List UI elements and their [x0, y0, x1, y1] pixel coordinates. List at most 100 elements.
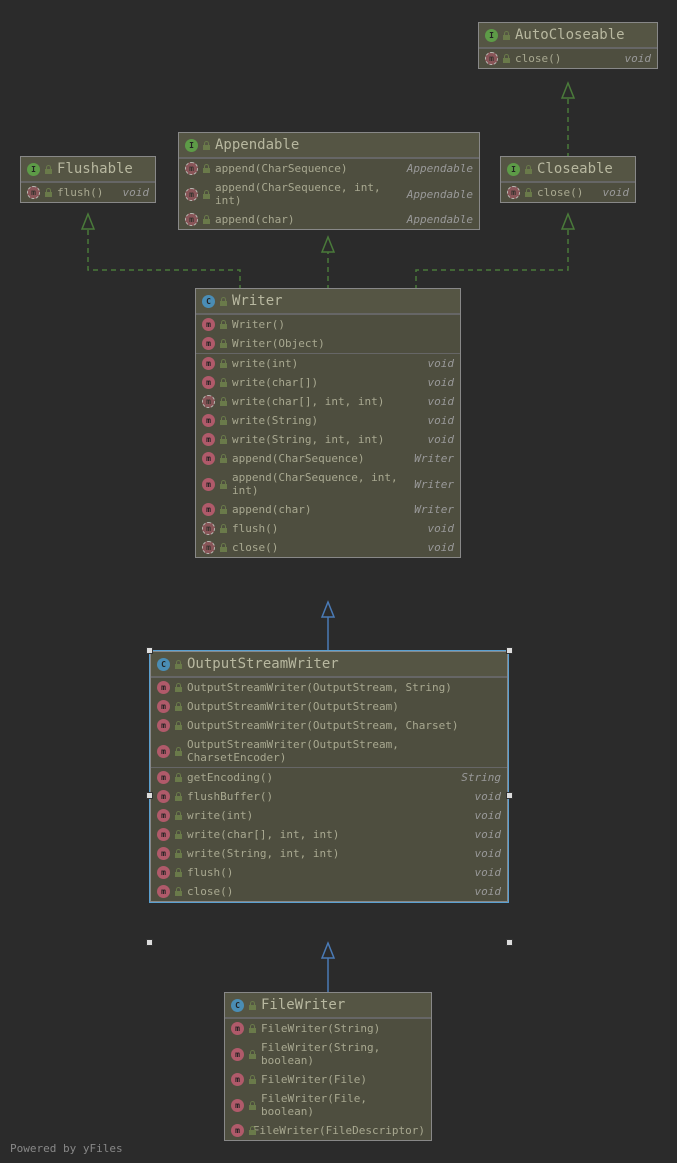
- member-row: mwrite(String, int, int)void: [196, 430, 460, 449]
- members-section: mappend(CharSequence)Appendablemappend(C…: [179, 158, 479, 229]
- method-icon: m: [157, 828, 170, 841]
- member-signature: FileWriter(FileDescriptor): [253, 1124, 425, 1137]
- member-return: void: [625, 52, 652, 65]
- method-icon: m: [157, 809, 170, 822]
- class-filewriter[interactable]: C FileWriter mFileWriter(String) mFileWri…: [224, 992, 432, 1141]
- member-return: void: [603, 186, 630, 199]
- class-writer[interactable]: C Writer mWriter()mWriter(Object) mwrite…: [195, 288, 461, 558]
- member-return: Writer: [414, 452, 454, 465]
- class-flushable[interactable]: I Flushable mflush()void: [20, 156, 156, 203]
- lock-icon: [219, 320, 228, 329]
- members-section: mflush()void: [21, 182, 155, 202]
- method-icon: m: [157, 719, 170, 732]
- class-title: Writer: [232, 293, 283, 309]
- member-return: void: [475, 828, 502, 841]
- lock-icon: [219, 297, 228, 306]
- class-title: FileWriter: [261, 997, 345, 1013]
- class-icon: C: [231, 999, 244, 1012]
- lock-icon: [174, 887, 183, 896]
- interface-icon: I: [485, 29, 498, 42]
- class-appendable[interactable]: I Appendable m append(CharSequence) Append…: [178, 132, 480, 230]
- method-icon: m: [507, 186, 520, 199]
- member-signature: FileWriter(String): [261, 1022, 425, 1035]
- class-title: AutoCloseable: [515, 27, 625, 43]
- member-row: mwrite(int)void: [196, 354, 460, 373]
- member-signature: flush(): [187, 866, 471, 879]
- method-icon: m: [202, 541, 215, 554]
- selection-handle[interactable]: [506, 792, 513, 799]
- class-title: Appendable: [215, 137, 299, 153]
- lock-icon: [219, 543, 228, 552]
- member-row: mwrite(int)void: [151, 806, 507, 825]
- member-return: Appendable: [407, 188, 473, 201]
- member-signature: FileWriter(String, boolean): [261, 1041, 425, 1067]
- member-row: mWriter(): [196, 315, 460, 334]
- lock-icon: [174, 849, 183, 858]
- member-return: void: [475, 847, 502, 860]
- member-signature: Writer(Object): [232, 337, 454, 350]
- member-row: mclose()void: [196, 538, 460, 557]
- lock-icon: [219, 435, 228, 444]
- member-signature: flush(): [232, 522, 424, 535]
- class-autocloseable[interactable]: I AutoCloseable mclose()void: [478, 22, 658, 69]
- member-row: m close() void: [501, 183, 635, 202]
- selection-handle[interactable]: [506, 647, 513, 654]
- class-title: Flushable: [57, 161, 133, 177]
- class-outputstreamwriter[interactable]: C OutputStreamWriter mOutputStreamWriter…: [150, 651, 508, 902]
- member-row: mappend(CharSequence, int, int)Writer: [196, 468, 460, 500]
- member-signature: close(): [537, 186, 599, 199]
- member-signature: flush(): [57, 186, 119, 199]
- lock-icon: [248, 1101, 257, 1110]
- member-row: mgetEncoding()String: [151, 768, 507, 787]
- members-section: m close() void: [501, 182, 635, 202]
- member-return: void: [475, 885, 502, 898]
- lock-icon: [219, 378, 228, 387]
- member-row: mWriter(Object): [196, 334, 460, 353]
- method-icon: m: [185, 188, 198, 201]
- member-row: mappend(char)Writer: [196, 500, 460, 519]
- member-signature: FileWriter(File): [261, 1073, 425, 1086]
- class-header: I Flushable: [21, 157, 155, 182]
- member-signature: append(CharSequence): [215, 162, 403, 175]
- lock-icon: [174, 721, 183, 730]
- member-signature: OutputStreamWriter(OutputStream, Charset…: [187, 738, 501, 764]
- member-return: String: [461, 771, 501, 784]
- selection-handle[interactable]: [146, 939, 153, 946]
- lock-icon: [174, 702, 183, 711]
- lock-icon: [174, 792, 183, 801]
- member-signature: write(String): [232, 414, 424, 427]
- method-icon: m: [27, 186, 40, 199]
- selection-handle[interactable]: [146, 647, 153, 654]
- lock-icon: [248, 1075, 257, 1084]
- ctors-section: mOutputStreamWriter(OutputStream, String…: [151, 677, 507, 767]
- member-signature: write(int): [187, 809, 471, 822]
- selection-handle[interactable]: [506, 939, 513, 946]
- lock-icon: [219, 480, 228, 489]
- class-closeable[interactable]: I Closeable mclose()void: [500, 156, 636, 203]
- member-signature: getEncoding(): [187, 771, 457, 784]
- member-row: mflush()void: [151, 863, 507, 882]
- member-row: mOutputStreamWriter(OutputStream): [151, 697, 507, 716]
- selection-handle[interactable]: [146, 792, 153, 799]
- class-header: I AutoCloseable: [479, 23, 657, 48]
- member-row: mwrite(String, int, int)void: [151, 844, 507, 863]
- member-return: void: [428, 522, 455, 535]
- method-icon: m: [157, 700, 170, 713]
- method-icon: m: [202, 433, 215, 446]
- lock-icon: [524, 188, 533, 197]
- method-icon: m: [157, 745, 170, 758]
- class-header: C FileWriter: [225, 993, 431, 1018]
- member-return: Appendable: [407, 213, 473, 226]
- member-row: mflushBuffer()void: [151, 787, 507, 806]
- member-signature: append(CharSequence, int, int): [232, 471, 410, 497]
- member-signature: close(): [515, 52, 621, 65]
- lock-icon: [248, 1001, 257, 1010]
- member-row: mFileWriter(String): [225, 1019, 431, 1038]
- member-signature: write(int): [232, 357, 424, 370]
- lock-icon: [524, 165, 533, 174]
- member-signature: flushBuffer(): [187, 790, 471, 803]
- lock-icon: [502, 31, 511, 40]
- interface-icon: I: [185, 139, 198, 152]
- member-signature: write(String, int, int): [187, 847, 471, 860]
- member-row: mFileWriter(File): [225, 1070, 431, 1089]
